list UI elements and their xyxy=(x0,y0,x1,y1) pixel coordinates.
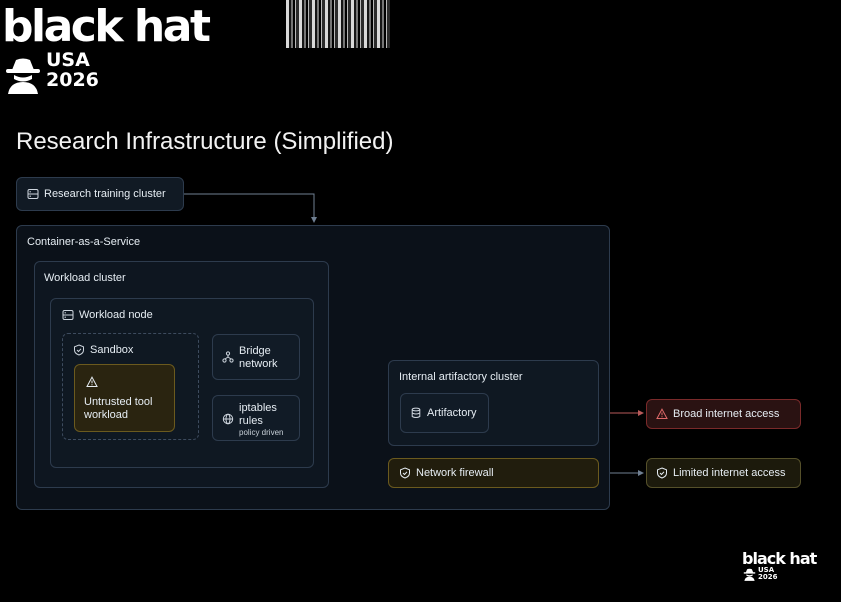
network-icon xyxy=(222,351,234,363)
sandbox-label: Sandbox xyxy=(90,344,134,356)
untrusted-text: Untrusted tool workload xyxy=(84,396,152,422)
glitch-decoration xyxy=(286,0,390,48)
spy-hat-icon xyxy=(6,58,40,94)
research-cluster-label: Research training cluster xyxy=(44,188,166,200)
artifactory-label-row: Artifactory xyxy=(410,407,477,419)
broad-label: Broad internet access xyxy=(673,408,780,420)
workload-node-label-row: Workload node xyxy=(62,309,153,321)
logo-location: USA 2026 xyxy=(46,50,99,90)
logo-small-year: 2026 xyxy=(758,573,778,581)
network-firewall-box: Network firewall xyxy=(388,458,599,488)
firewall-label-row: Network firewall xyxy=(399,467,494,479)
warning-icon xyxy=(86,376,98,387)
logo-usa: USA xyxy=(46,49,90,71)
globe-icon xyxy=(222,413,234,425)
slide-title: Research Infrastructure (Simplified) xyxy=(16,128,394,155)
limited-internet-access-box: Limited internet access xyxy=(646,458,801,488)
workload-cluster-label: Workload cluster xyxy=(44,272,126,284)
sandbox-label-row: Sandbox xyxy=(73,344,133,356)
bridge-network-box: Bridge network xyxy=(212,334,300,380)
spy-hat-icon xyxy=(743,568,756,581)
shield-check-icon xyxy=(400,467,410,479)
iptables-line1: iptables xyxy=(239,402,277,414)
artifactory-cluster-label: Internal artifactory cluster xyxy=(399,371,523,383)
shield-check-icon xyxy=(74,344,84,356)
warning-icon xyxy=(656,408,668,419)
black-hat-logo-small: black hat USA 2026 xyxy=(742,550,834,590)
iptables-note: policy driven xyxy=(239,428,284,437)
broad-label-row: Broad internet access xyxy=(656,408,779,420)
logo-year: 2026 xyxy=(46,69,99,91)
iptables-line2: rules xyxy=(239,415,263,427)
untrusted-line2: workload xyxy=(84,409,129,421)
artifactory-box: Artifactory xyxy=(400,393,489,433)
server-icon xyxy=(27,189,39,199)
untrusted-line1: Untrusted tool xyxy=(84,396,153,408)
iptables-text: iptables rules policy driven xyxy=(239,402,283,438)
firewall-label: Network firewall xyxy=(416,467,494,479)
research-cluster-label-row: Research training cluster xyxy=(27,188,166,200)
iptables-rules-box: iptables rules policy driven xyxy=(212,395,300,441)
server-icon xyxy=(62,310,74,320)
database-icon xyxy=(411,407,421,419)
connector-research-to-caas xyxy=(184,193,317,223)
bridge-line2: network xyxy=(239,358,278,370)
workload-node-label: Workload node xyxy=(79,309,153,321)
limited-label: Limited internet access xyxy=(673,467,786,479)
limited-label-row: Limited internet access xyxy=(656,467,786,479)
logo-small-location: USA 2026 xyxy=(758,567,777,581)
shield-check-icon xyxy=(657,467,667,479)
broad-internet-access-box: Broad internet access xyxy=(646,399,801,429)
bridge-text: Bridge network xyxy=(239,345,278,371)
bridge-line1: Bridge xyxy=(239,345,271,357)
caas-label: Container-as-a-Service xyxy=(27,236,141,248)
logo-small-wordmark: black hat xyxy=(742,549,817,568)
untrusted-tool-workload-box: Untrusted tool workload xyxy=(74,364,175,432)
logo-wordmark: black hat xyxy=(2,1,211,52)
artifactory-label: Artifactory xyxy=(427,407,477,419)
research-training-cluster-box: Research training cluster xyxy=(16,177,184,211)
